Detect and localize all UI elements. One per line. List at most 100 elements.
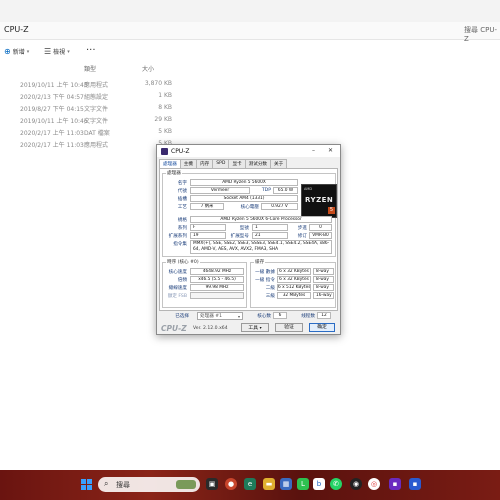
bus-speed-value: 99.98 MHz bbox=[190, 284, 244, 291]
address-path[interactable]: CPU-Z bbox=[4, 25, 29, 34]
cache-l1i-size: 6 x 32 KBytes bbox=[277, 276, 311, 283]
line-app-icon[interactable]: L bbox=[297, 478, 309, 490]
close-button[interactable]: ✕ bbox=[328, 147, 333, 154]
tab-about[interactable]: 关于 bbox=[270, 159, 288, 168]
selection-label: 已选择 bbox=[175, 314, 189, 319]
app-icon-red[interactable]: ● bbox=[225, 478, 237, 490]
file-row[interactable]: 2020/2/17 上午 11:03 DAT 檔案 5 KB bbox=[0, 126, 500, 138]
cache-l3-size: 32 MBytes bbox=[277, 292, 311, 299]
cpuz-brand: CPU-Z bbox=[161, 324, 187, 333]
file-row[interactable]: 2019/10/11 上午 10:45 應用程式 3,870 KB bbox=[0, 78, 500, 90]
chevron-down-icon: ▾ bbox=[67, 48, 70, 55]
file-row[interactable]: 2020/2/13 下午 04:57 組態設定 1 KB bbox=[0, 90, 500, 102]
threads-label: 线程数 bbox=[301, 314, 315, 319]
tab-memory[interactable]: 内存 bbox=[196, 159, 214, 168]
processor-select[interactable]: 处理器 #1 ▾ bbox=[197, 312, 243, 320]
view-button[interactable]: ☰ 檢視 ▾ bbox=[44, 47, 70, 56]
bus-speed-label: 總線速度 bbox=[168, 286, 187, 291]
family-value: F bbox=[190, 224, 226, 231]
instructions-value: MMX(+), SSE, SSE2, SSE3, SSSE3, SSE4.1, … bbox=[190, 240, 332, 254]
search-input[interactable]: 搜尋 CPU-Z bbox=[464, 25, 500, 43]
more-options-button[interactable]: ··· bbox=[86, 45, 96, 56]
cpuz-version: Ver. 2.12.0.x64 bbox=[193, 326, 228, 331]
address-bar[interactable]: CPU-Z 搜尋 CPU-Z bbox=[0, 22, 500, 43]
chevron-down-icon: ▾ bbox=[26, 48, 30, 55]
app-icon-square[interactable]: ▪ bbox=[409, 478, 421, 490]
file-type: 應用程式 bbox=[84, 142, 109, 149]
cache-l1i-way: 8-way bbox=[313, 276, 334, 283]
cache-l2-size: 6 x 512 KBytes bbox=[277, 284, 311, 291]
minimize-button[interactable]: – bbox=[312, 147, 315, 154]
file-size: 5 KB bbox=[158, 128, 172, 135]
model-label: 型號 bbox=[239, 226, 249, 231]
windows-start-button[interactable] bbox=[81, 479, 92, 490]
app-icon-dark[interactable]: ◉ bbox=[350, 478, 362, 490]
search-highlight-image bbox=[176, 480, 196, 489]
cores-label: 核心数 bbox=[257, 314, 271, 319]
tab-spd[interactable]: SPD bbox=[212, 159, 230, 168]
cache-l3-way: 16-way bbox=[313, 292, 334, 299]
file-size: 1 KB bbox=[158, 92, 172, 99]
file-date: 2019/10/11 上午 10:45 bbox=[20, 82, 88, 89]
tools-button-label: 工具 bbox=[248, 326, 259, 331]
cpuz-title-bar[interactable]: CPU-Z – ✕ bbox=[157, 145, 340, 157]
file-size: 29 KB bbox=[154, 116, 172, 123]
taskbar-search-box[interactable]: ⌕ 搜尋 bbox=[98, 477, 200, 492]
cache-l2-label: 二級 bbox=[265, 286, 275, 291]
file-row[interactable]: 2019/8/27 下午 04:15 文字文件 8 KB bbox=[0, 102, 500, 114]
name-value: AMD Ryzen 5 5600X bbox=[190, 179, 298, 186]
ext-family-label: 扩展系列 bbox=[168, 234, 187, 239]
chevron-down-icon: ▾ bbox=[259, 325, 262, 330]
clocks-group: 時序 (核心 #0) 核心速度 4648.92 MHz 倍頻 x46.5 (5.… bbox=[162, 259, 247, 308]
file-date: 2020/2/17 上午 11:03 bbox=[20, 142, 84, 149]
ext-family-value: 19 bbox=[190, 232, 226, 239]
tab-graphics[interactable]: 显卡 bbox=[228, 159, 246, 168]
chrome-browser-icon[interactable]: ◎ bbox=[368, 478, 380, 490]
logo-tier: 5 bbox=[328, 207, 335, 214]
cpuz-taskbar-icon[interactable]: ▪ bbox=[389, 478, 401, 490]
specification-label: 規格 bbox=[177, 218, 187, 223]
package-value: Socket AM4 (1331) bbox=[190, 195, 298, 202]
logo-word: RYZEN bbox=[305, 196, 334, 204]
tools-button[interactable]: 工具 ▾ bbox=[241, 323, 269, 332]
file-type: 文字文件 bbox=[84, 106, 109, 113]
file-row[interactable]: 2019/10/11 上午 10:46 文字文件 29 KB bbox=[0, 114, 500, 126]
technology-value: 7 纳米 bbox=[190, 203, 224, 210]
ok-button[interactable]: 确定 bbox=[309, 323, 335, 332]
new-button[interactable]: ⊕ 新增 ▾ bbox=[4, 47, 29, 56]
whatsapp-icon[interactable]: ✆ bbox=[330, 478, 342, 490]
instructions-label: 指令集 bbox=[173, 242, 187, 247]
app-icon-blue[interactable]: ▦ bbox=[280, 478, 292, 490]
voltage-value: 0.927 V bbox=[261, 203, 298, 210]
cpuz-title: CPU-Z bbox=[171, 148, 190, 155]
technology-label: 工艺 bbox=[177, 205, 187, 210]
tab-mainboard[interactable]: 主機 bbox=[179, 159, 197, 168]
rated-fsb-value bbox=[190, 292, 244, 299]
bing-icon[interactable]: b bbox=[313, 478, 325, 490]
package-label: 插槽 bbox=[177, 197, 187, 202]
tab-bench[interactable]: 测试分数 bbox=[244, 159, 272, 168]
cpuz-selection-row: 已选择 处理器 #1 ▾ 核心数 6 线程数 12 bbox=[159, 312, 338, 322]
logo-brand: AMD bbox=[304, 187, 313, 191]
file-type: 文字文件 bbox=[84, 118, 109, 125]
cache-l1d-label: 一級 數據 bbox=[255, 270, 275, 275]
cache-l2-way: 8-way bbox=[313, 284, 334, 291]
threads-value: 12 bbox=[317, 312, 331, 319]
cpuz-window[interactable]: CPU-Z – ✕ 處理器 主機 内存 SPD 显卡 测试分数 关于 處理器 名… bbox=[156, 144, 341, 335]
view-icon: ☰ bbox=[44, 47, 52, 56]
view-label: 檢視 bbox=[53, 49, 66, 56]
column-header-size[interactable]: 大小 bbox=[142, 64, 154, 73]
task-view-icon[interactable]: ▣ bbox=[206, 478, 218, 490]
revision-label: 修订 bbox=[297, 234, 307, 239]
model-value: 1 bbox=[252, 224, 288, 231]
file-date: 2020/2/13 下午 04:57 bbox=[20, 94, 84, 101]
edge-browser-icon[interactable]: e bbox=[244, 478, 256, 490]
file-type: DAT 檔案 bbox=[84, 130, 110, 137]
codename-label: 代號 bbox=[177, 189, 187, 194]
file-explorer-icon[interactable]: ▬ bbox=[263, 478, 275, 490]
cache-group-title: 緩存 bbox=[254, 259, 266, 265]
column-header-type[interactable]: 類型 bbox=[84, 64, 96, 73]
clocks-group-title: 時序 (核心 #0) bbox=[166, 259, 200, 265]
codename-value: Vermeer bbox=[190, 187, 250, 194]
validate-button[interactable]: 验证 bbox=[275, 323, 303, 332]
